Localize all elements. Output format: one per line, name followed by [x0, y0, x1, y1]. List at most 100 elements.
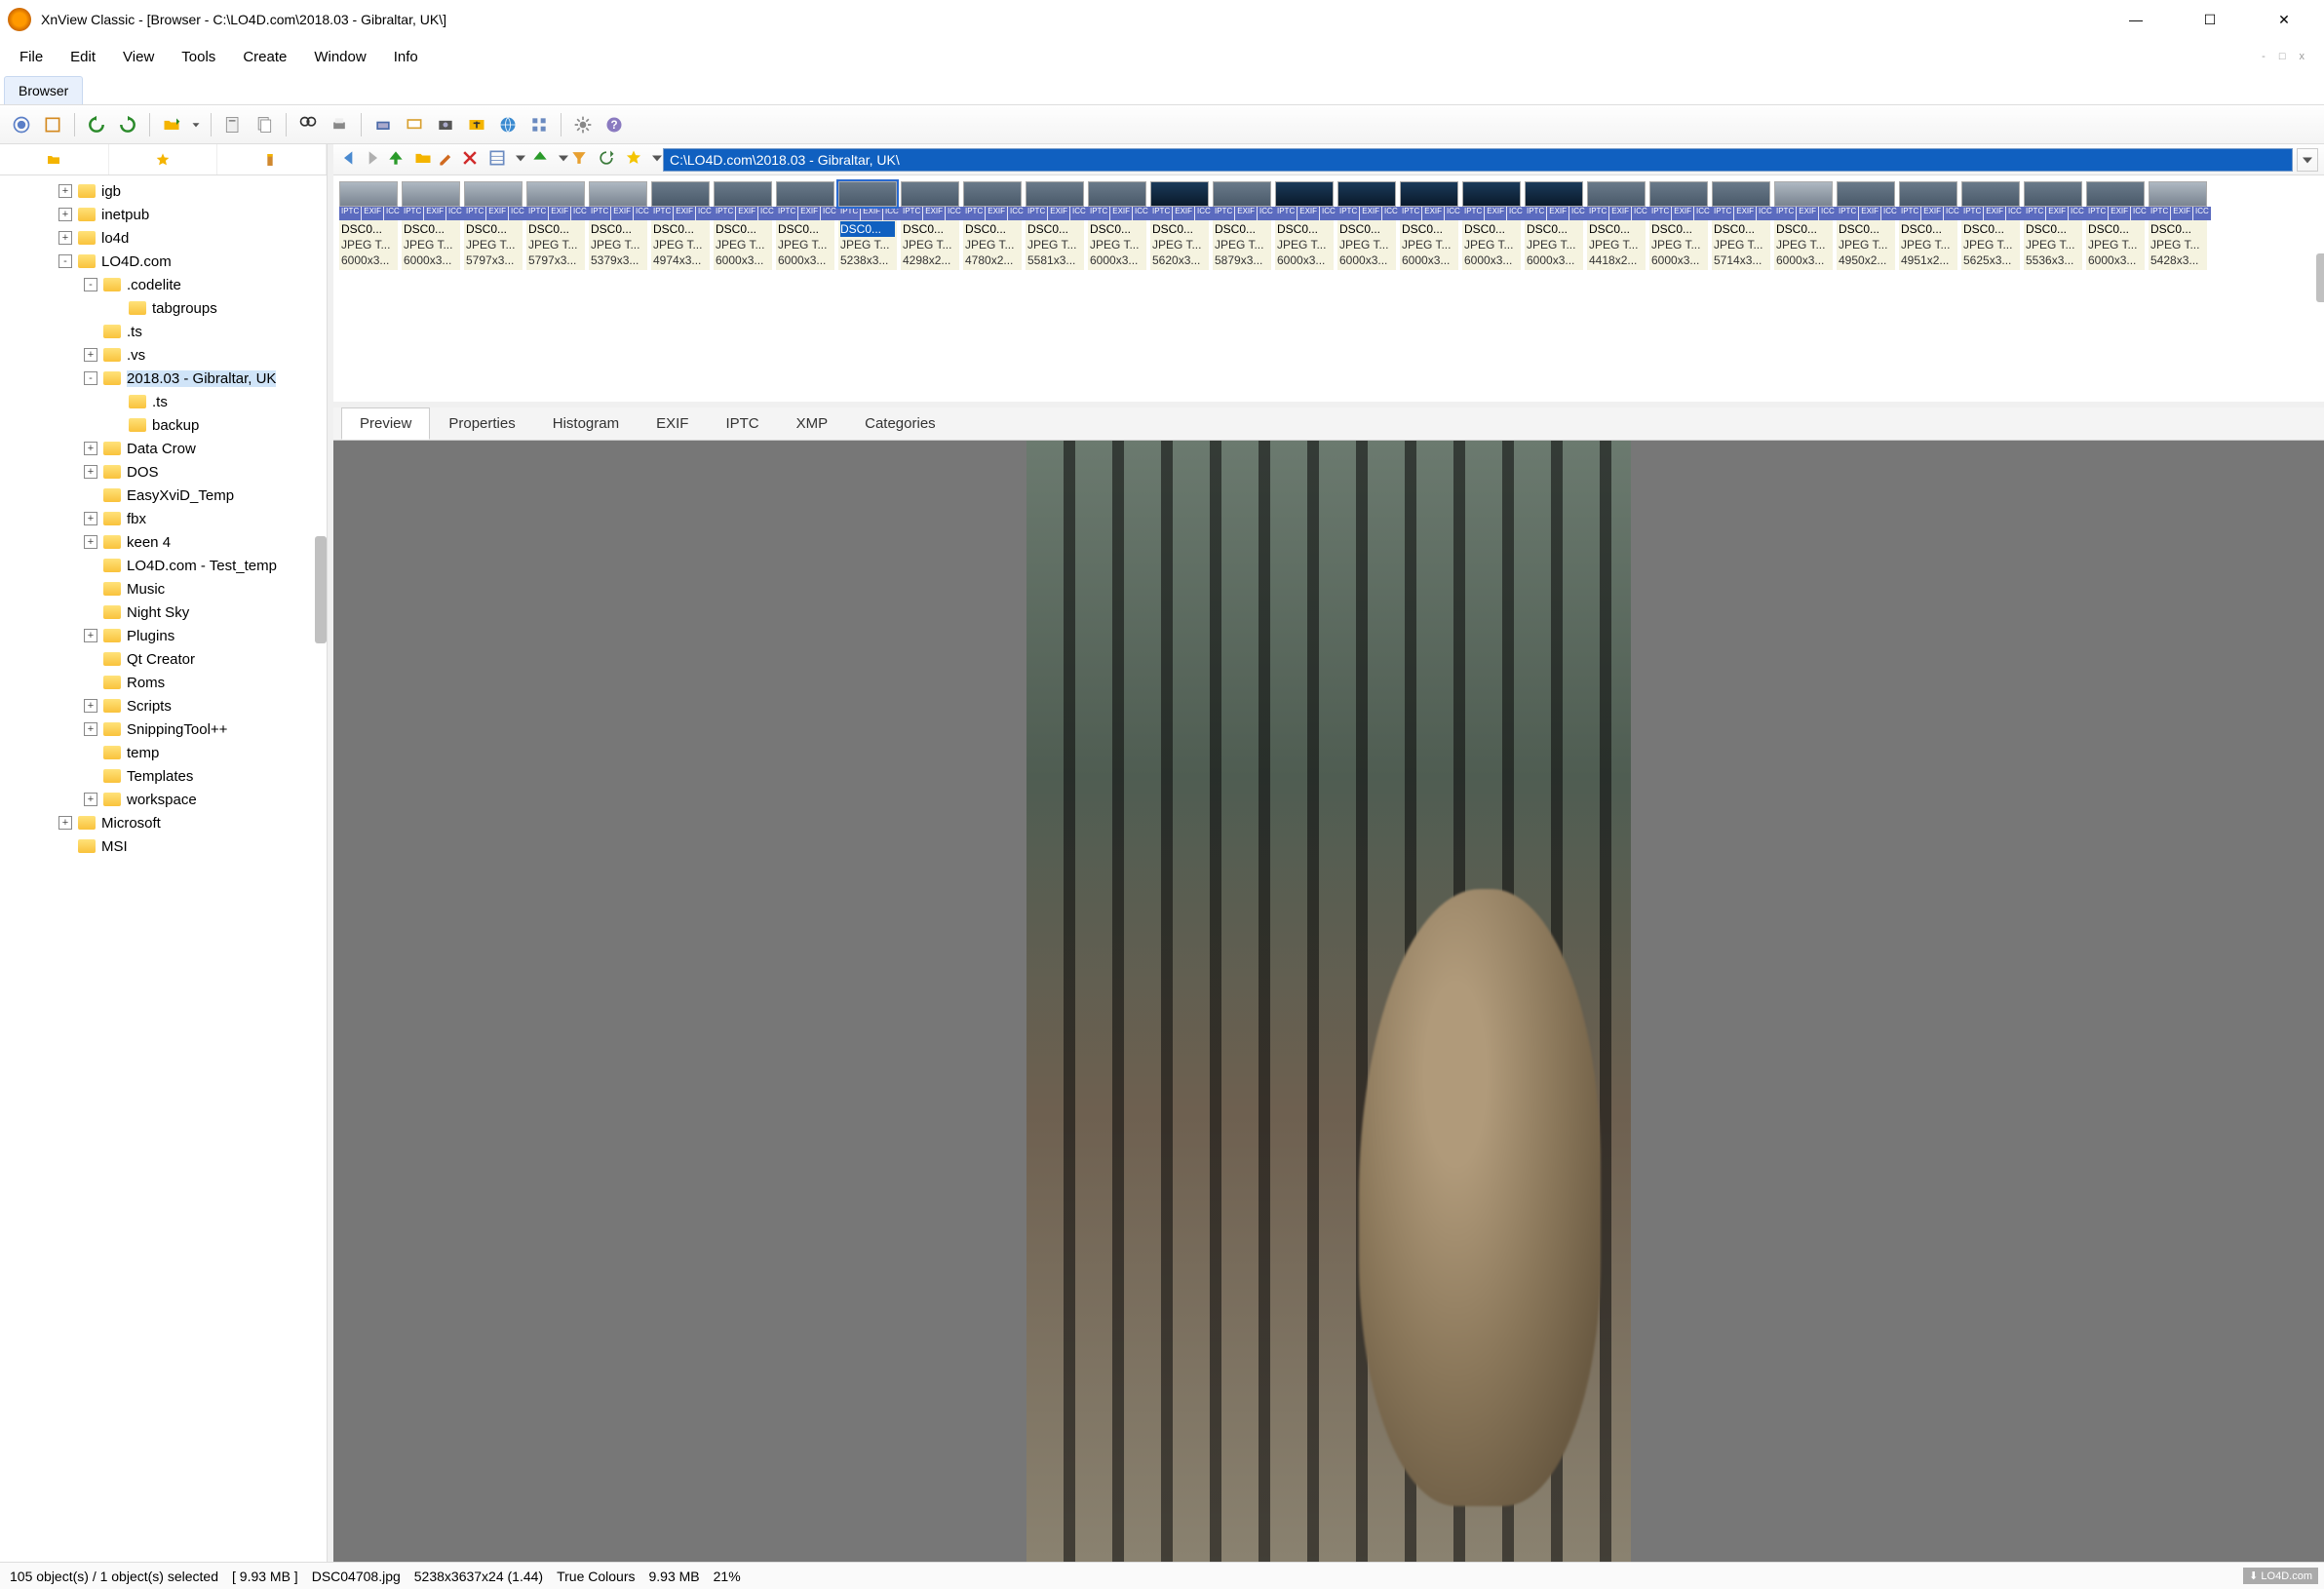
tree-label[interactable]: Qt Creator [127, 651, 195, 668]
expand-icon[interactable]: + [84, 512, 97, 525]
menu-info[interactable]: Info [394, 49, 418, 65]
tree-node[interactable]: +Plugins [0, 624, 327, 647]
thumbnail-item[interactable]: IPTCEXIFICCDSC0...JPEG T...6000x3... [402, 181, 460, 270]
thumbnail-item[interactable]: IPTCEXIFICCDSC0...JPEG T...4298x2... [901, 181, 959, 270]
search-icon[interactable] [294, 111, 322, 138]
thumbnail-item[interactable]: IPTCEXIFICCDSC0...JPEG T...6000x3... [1649, 181, 1708, 270]
thumbnail-image[interactable] [526, 181, 585, 207]
expand-icon[interactable]: + [58, 208, 72, 221]
web-icon[interactable] [494, 111, 522, 138]
slideshow-icon[interactable] [401, 111, 428, 138]
capture-icon[interactable] [432, 111, 459, 138]
thumbs-scrollbar-thumb[interactable] [2316, 253, 2324, 302]
tree-label[interactable]: Night Sky [127, 604, 189, 621]
tree-label[interactable]: temp [127, 745, 159, 761]
tree-node[interactable]: MSI [0, 834, 327, 858]
thumbnail-item[interactable]: IPTCEXIFICCDSC0...JPEG T...5879x3... [1213, 181, 1271, 270]
thumbnail-image[interactable] [1837, 181, 1895, 207]
thumbnail-image[interactable] [651, 181, 710, 207]
tree-label[interactable]: .codelite [127, 277, 181, 293]
thumbnail-item[interactable]: IPTCEXIFICCDSC0...JPEG T...5428x3... [2149, 181, 2207, 270]
forward-icon[interactable] [363, 148, 382, 171]
thumbnail-item[interactable]: IPTCEXIFICCDSC0...JPEG T...6000x3... [1400, 181, 1458, 270]
thumbnail-item[interactable]: IPTCEXIFICCDSC0...JPEG T...6000x3... [1462, 181, 1521, 270]
thumbnail-image[interactable] [1213, 181, 1271, 207]
tree-label[interactable]: Data Crow [127, 441, 196, 457]
thumbnail-image[interactable] [1462, 181, 1521, 207]
thumbnail-image[interactable] [1400, 181, 1458, 207]
thumbnail-item[interactable]: IPTCEXIFICCDSC0...JPEG T...5625x3... [1961, 181, 2020, 270]
back-icon[interactable] [339, 148, 359, 171]
tree-label[interactable]: igb [101, 183, 121, 200]
mdi-close-button[interactable]: x [2300, 51, 2305, 62]
menu-tools[interactable]: Tools [181, 49, 215, 65]
thumbnail-item[interactable]: IPTCEXIFICCDSC0...JPEG T...6000x3... [1337, 181, 1396, 270]
minimize-button[interactable]: — [2113, 5, 2158, 34]
preview-pane[interactable] [333, 441, 2324, 1562]
tree-label[interactable]: SnippingTool++ [127, 721, 227, 738]
tree-label[interactable]: Templates [127, 768, 193, 785]
thumbnail-image[interactable] [2024, 181, 2082, 207]
expand-icon[interactable]: + [84, 793, 97, 806]
tree-label[interactable]: Microsoft [101, 815, 161, 832]
collapse-icon[interactable]: - [58, 254, 72, 268]
info-tab-preview[interactable]: Preview [341, 407, 430, 440]
tree-node[interactable]: +Microsoft [0, 811, 327, 834]
mdi-maximize-button[interactable]: □ [2279, 51, 2286, 62]
tree-node[interactable]: temp [0, 741, 327, 764]
filter-icon[interactable] [569, 148, 589, 171]
tree-label[interactable]: Music [127, 581, 165, 598]
shortcut-categories[interactable] [217, 144, 327, 174]
address-path[interactable]: C:\LO4D.com\2018.03 - Gibraltar, UK\ [663, 148, 2293, 172]
thumbnail-item[interactable]: IPTCEXIFICCDSC0...JPEG T...6000x3... [2086, 181, 2145, 270]
tree-label[interactable]: LO4D.com - Test_temp [127, 558, 277, 574]
tree-node[interactable]: Music [0, 577, 327, 601]
tree-node[interactable]: +.vs [0, 343, 327, 367]
print-icon[interactable] [326, 111, 353, 138]
tree-label[interactable]: lo4d [101, 230, 129, 247]
collapse-icon[interactable]: - [84, 371, 97, 385]
thumbnail-item[interactable]: IPTCEXIFICCDSC0...JPEG T...6000x3... [1275, 181, 1334, 270]
edit-path-icon[interactable] [437, 148, 456, 171]
tree-node[interactable]: EasyXviD_Temp [0, 484, 327, 507]
thumbnail-image[interactable] [776, 181, 834, 207]
dropdown-icon[interactable] [511, 148, 523, 171]
tab-browser[interactable]: Browser [4, 76, 83, 104]
address-dropdown[interactable] [2297, 148, 2318, 172]
up-icon[interactable] [386, 148, 406, 171]
thumbnail-image[interactable] [2149, 181, 2207, 207]
thumbnail-item[interactable]: IPTCEXIFICCDSC0...JPEG T...5238x3... [838, 181, 897, 270]
tree-label[interactable]: .ts [127, 324, 142, 340]
tree-node[interactable]: +keen 4 [0, 530, 327, 554]
save-icon[interactable] [219, 111, 247, 138]
thumbnail-image[interactable] [1587, 181, 1646, 207]
rotate-ccw-icon[interactable] [83, 111, 110, 138]
thumbnail-image[interactable] [1026, 181, 1084, 207]
tree-node[interactable]: +DOS [0, 460, 327, 484]
dropdown-icon[interactable] [647, 148, 659, 171]
tree-scrollbar-thumb[interactable] [315, 536, 327, 643]
tree-node[interactable]: backup [0, 413, 327, 437]
scan-icon[interactable] [369, 111, 397, 138]
open-folder-icon[interactable] [413, 148, 433, 171]
thumbnail-image[interactable] [1649, 181, 1708, 207]
thumbnail-image[interactable] [402, 181, 460, 207]
thumbnail-item[interactable]: IPTCEXIFICCDSC0...JPEG T...4974x3... [651, 181, 710, 270]
thumbnail-image[interactable] [339, 181, 398, 207]
tree-node[interactable]: LO4D.com - Test_temp [0, 554, 327, 577]
thumbnail-item[interactable]: IPTCEXIFICCDSC0...JPEG T...6000x3... [1774, 181, 1833, 270]
help-icon[interactable]: ? [600, 111, 628, 138]
view-mode-icon[interactable] [487, 148, 507, 171]
thumbnail-item[interactable]: IPTCEXIFICCDSC0...JPEG T...5379x3... [589, 181, 647, 270]
info-tab-xmp[interactable]: XMP [778, 407, 847, 440]
delete-icon[interactable] [460, 148, 480, 171]
settings-icon[interactable] [569, 111, 597, 138]
thumbnail-item[interactable]: IPTCEXIFICCDSC0...JPEG T...6000x3... [776, 181, 834, 270]
tree-label[interactable]: MSI [101, 838, 128, 855]
tree-node[interactable]: Roms [0, 671, 327, 694]
thumbnail-item[interactable]: IPTCEXIFICCDSC0...JPEG T...4950x2... [1837, 181, 1895, 270]
info-tab-categories[interactable]: Categories [846, 407, 954, 440]
thumbnail-image[interactable] [963, 181, 1022, 207]
menu-create[interactable]: Create [243, 49, 287, 65]
thumbnail-image[interactable] [589, 181, 647, 207]
